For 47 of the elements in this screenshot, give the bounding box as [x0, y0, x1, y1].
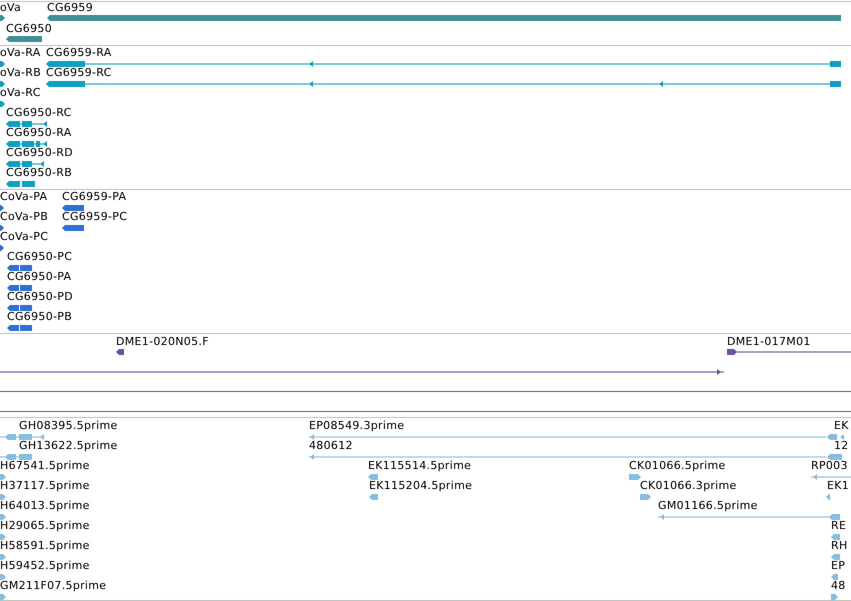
- feature-label: H67541.5prime: [0, 459, 90, 473]
- feature-label: DME1-020N05.F: [116, 335, 209, 349]
- feature-label: CG6950-PB: [7, 310, 72, 324]
- feature-label: 48: [831, 579, 846, 593]
- feature-label: CoVa-PB: [0, 210, 48, 224]
- feature-label: CG6950-PC: [7, 250, 72, 264]
- feature-label: 480612: [309, 439, 353, 453]
- feature-label: 12: [834, 439, 849, 453]
- feature-label: GH13622.5prime: [19, 439, 118, 453]
- feature-label: CG6950-RA: [6, 126, 72, 140]
- feature-label: EK1: [827, 479, 850, 493]
- feature-label: CG6959: [47, 2, 93, 15]
- feature-label: CG6959-PA: [62, 190, 126, 204]
- feature-label: CG6959-RA: [46, 46, 112, 60]
- feature-label: CG6950-RB: [6, 166, 72, 180]
- feature-label: CG6950-RD: [6, 146, 73, 160]
- feature-label: EP08549.3prime: [309, 419, 404, 433]
- feature-label: EK: [834, 419, 849, 433]
- feature-label: EK115514.5prime: [368, 459, 472, 473]
- feature-label: EK115204.5prime: [369, 479, 472, 493]
- feature-label: CG6950-PA: [7, 270, 72, 284]
- feature-label: CG6959-RC: [46, 66, 112, 80]
- feature-label: EP: [831, 559, 846, 573]
- feature-label: H58591.5prime: [0, 539, 90, 553]
- feature-label: H37117.5prime: [0, 479, 90, 493]
- feature-label: oVa-RC: [0, 86, 41, 100]
- feature-label: CoVa-PA: [0, 190, 48, 204]
- feature-label: H59452.5prime: [0, 559, 90, 573]
- feature-label: DME1-017M01: [727, 335, 811, 349]
- feature-label: H29065.5prime: [0, 519, 90, 533]
- feature-label: CG6950-PD: [7, 290, 73, 304]
- feature-label: CG6950-RC: [6, 106, 72, 120]
- feature-label: oVa: [0, 2, 22, 15]
- feature-label: RP003: [811, 459, 848, 473]
- feature-label: oVa-RB: [0, 66, 42, 80]
- feature-label: GH08395.5prime: [19, 419, 118, 433]
- feature-label: RE: [831, 519, 846, 533]
- feature-label: CG6950: [6, 22, 52, 36]
- feature-label: CK01066.3prime: [640, 479, 737, 493]
- feature-label: CG6959-PC: [62, 210, 128, 224]
- feature-label: RH: [831, 539, 848, 553]
- feature-label: oVa-RA: [0, 46, 41, 60]
- feature-label: H64013.5prime: [0, 499, 90, 513]
- feature-label: CoVa-PC: [0, 230, 48, 244]
- feature-label: GM01166.5prime: [658, 499, 758, 513]
- feature-label: GM211F07.5prime: [0, 579, 106, 593]
- feature-label: CK01066.5prime: [629, 459, 726, 473]
